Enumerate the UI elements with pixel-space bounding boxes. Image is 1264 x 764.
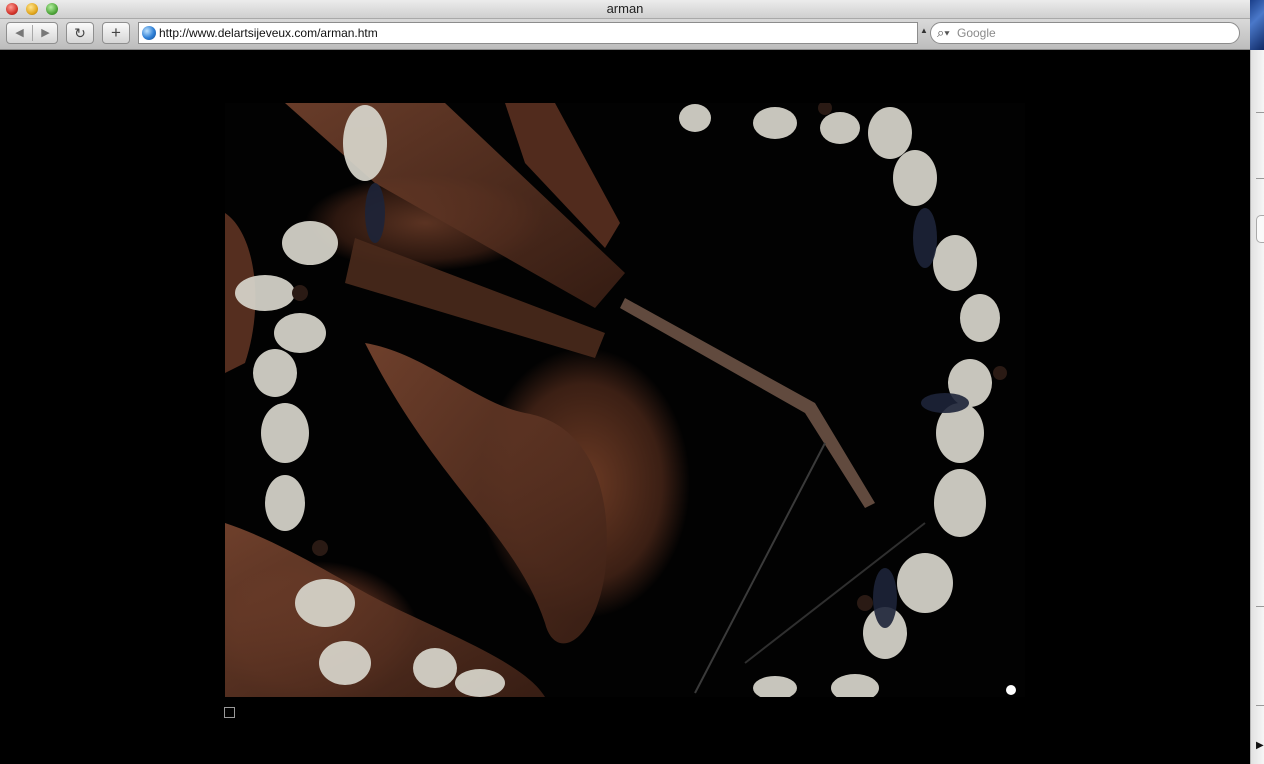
desktop-background	[1250, 0, 1264, 50]
artwork-image	[225, 103, 1025, 697]
search-icon[interactable]: ⌕▾	[937, 23, 950, 43]
slide-dot-indicator[interactable]	[1006, 685, 1016, 695]
address-bar[interactable]: http://www.delartsijeveux.com/arman.htm	[138, 22, 918, 44]
back-forward-buttons: ◀ ▶	[6, 22, 58, 44]
add-bookmark-icon: +	[111, 23, 121, 42]
reload-button[interactable]: ↻	[66, 22, 94, 44]
vertical-scrollbar[interactable]: ▶	[1250, 50, 1264, 764]
scroll-track-mark	[1256, 112, 1264, 113]
add-bookmark-button[interactable]: +	[102, 22, 130, 44]
page-content	[0, 50, 1250, 764]
scroll-arrow-icon[interactable]: ▶	[1256, 740, 1264, 751]
address-bar-url[interactable]: http://www.delartsijeveux.com/arman.htm	[159, 23, 378, 43]
thumbnail-toggle-icon[interactable]	[224, 707, 235, 718]
reload-icon: ↻	[74, 25, 86, 41]
url-dropdown-icon[interactable]: ▲	[920, 26, 928, 35]
scroll-track-mark	[1256, 705, 1264, 706]
browser-toolbar: ◀ ▶ ↻ + http://www.delartsijeveux.com/ar…	[0, 19, 1250, 50]
back-button[interactable]: ◀	[7, 23, 32, 43]
window-titlebar: arman	[0, 0, 1250, 19]
artwork-illustration	[225, 103, 1007, 697]
window-title: arman	[606, 1, 644, 16]
scroll-track-mark	[1256, 178, 1264, 179]
scroll-thumb[interactable]	[1256, 215, 1264, 243]
forward-button[interactable]: ▶	[33, 23, 58, 43]
search-placeholder[interactable]: Google	[957, 23, 996, 43]
search-field[interactable]: ⌕▾ Google	[930, 22, 1240, 44]
globe-icon	[142, 26, 156, 40]
scroll-track-mark	[1256, 606, 1264, 607]
